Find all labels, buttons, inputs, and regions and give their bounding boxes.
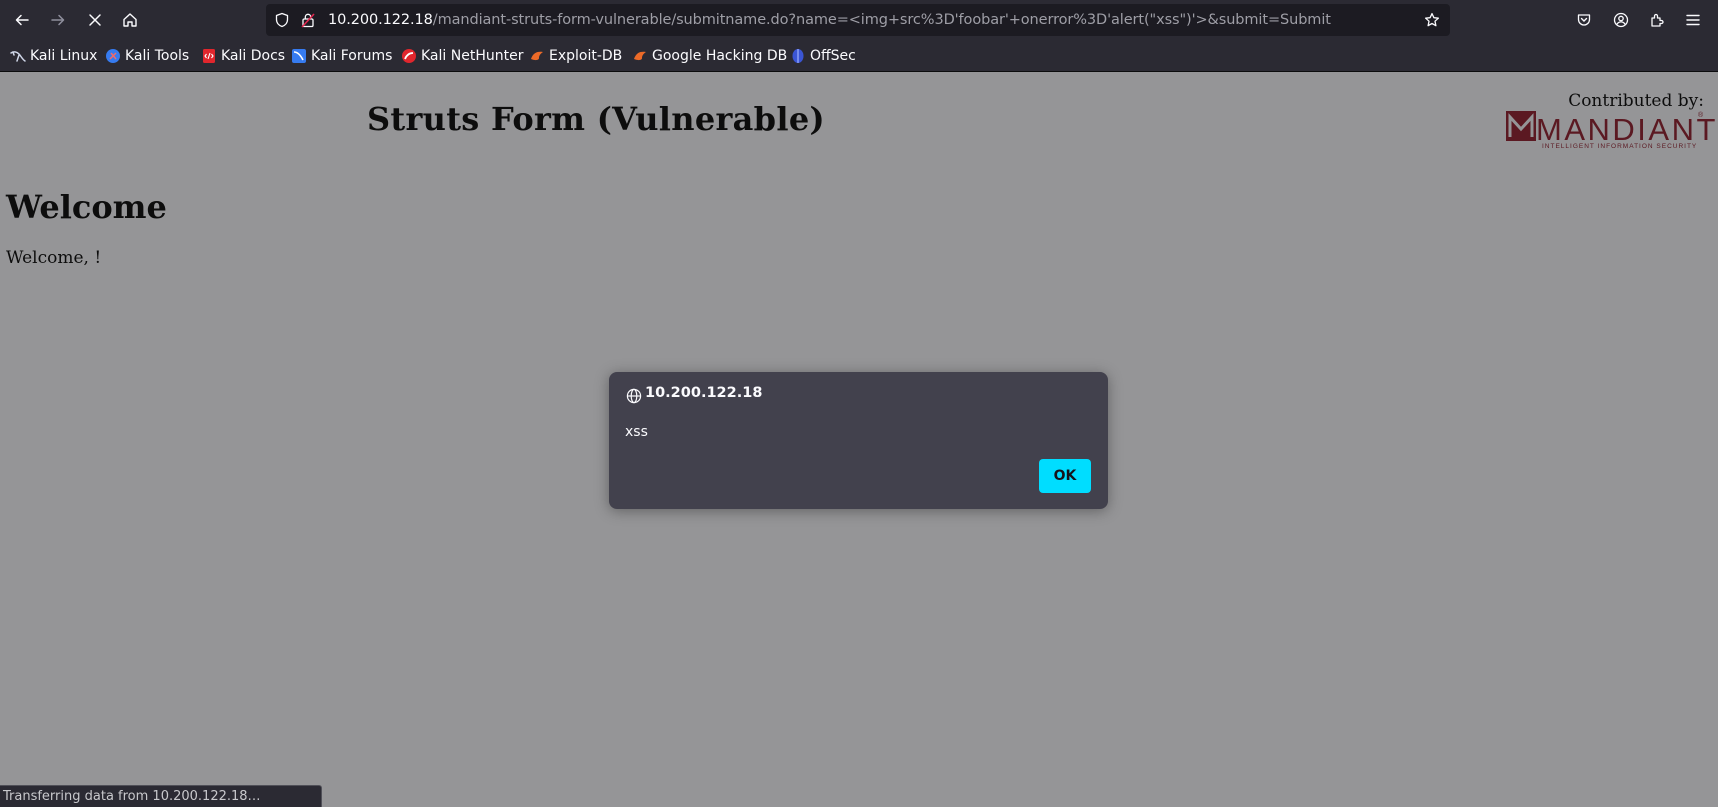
bookmarks-toolbar: Kali Linux Kali Tools Kali Docs Kali For… bbox=[0, 40, 1718, 72]
stop-button[interactable] bbox=[81, 6, 109, 34]
globe-icon bbox=[626, 388, 642, 404]
account-button[interactable] bbox=[1607, 6, 1635, 34]
pocket-icon bbox=[1577, 14, 1591, 26]
stop-loading-icon bbox=[89, 14, 101, 26]
menu-button[interactable] bbox=[1679, 6, 1707, 34]
mandiant-mark-icon bbox=[1506, 111, 1536, 141]
bookmark-label: Kali Linux bbox=[30, 48, 98, 64]
registered-mark: ® bbox=[1698, 112, 1704, 119]
bookmark-exploit-db[interactable]: Exploit-DB bbox=[529, 40, 622, 72]
status-panel: Transferring data from 10.200.122.18… bbox=[0, 785, 322, 807]
welcome-message: Welcome, ! bbox=[6, 248, 102, 268]
forward-button[interactable] bbox=[44, 6, 72, 34]
bookmark-google-hacking-db[interactable]: Google Hacking DB bbox=[632, 40, 787, 72]
back-button[interactable] bbox=[8, 6, 36, 34]
kali-tools-icon bbox=[106, 49, 120, 63]
bookmark-label: Google Hacking DB bbox=[652, 48, 788, 64]
forward-arrow-icon bbox=[51, 14, 65, 26]
ghdb-icon bbox=[634, 51, 646, 61]
alert-dialog: 10.200.122.18 xss OK bbox=[609, 372, 1108, 509]
kali-docs-icon bbox=[203, 49, 215, 63]
bookmark-label: Kali Docs bbox=[221, 48, 286, 64]
bookmark-star-icon[interactable] bbox=[1424, 12, 1440, 28]
home-button[interactable] bbox=[116, 6, 144, 34]
bookmark-kali-forums[interactable]: Kali Forums bbox=[291, 40, 392, 72]
tracking-protection-shield-icon[interactable] bbox=[274, 12, 290, 28]
ok-button[interactable]: OK bbox=[1039, 459, 1091, 493]
bookmark-label: Kali NetHunter bbox=[421, 48, 524, 64]
bookmark-label: Kali Tools bbox=[125, 48, 190, 64]
bookmark-kali-docs[interactable]: Kali Docs bbox=[201, 40, 285, 72]
browser-toolbar: 10.200.122.18/mandiant-struts-form-vulne… bbox=[0, 0, 1718, 40]
contributed-by-label: Contributed by: bbox=[1568, 91, 1704, 111]
insecure-lock-icon[interactable] bbox=[300, 12, 316, 28]
dialog-message: xss bbox=[625, 424, 648, 440]
pocket-button[interactable] bbox=[1570, 6, 1598, 34]
url-text[interactable]: 10.200.122.18/mandiant-struts-form-vulne… bbox=[328, 4, 1331, 36]
mandiant-logo: MANDIANT ® INTELLIGENT INFORMATION SECUR… bbox=[1506, 110, 1715, 154]
bookmark-label: OffSec bbox=[810, 48, 856, 64]
url-host: 10.200.122.18 bbox=[328, 12, 433, 28]
bookmark-kali-linux[interactable]: Kali Linux bbox=[10, 40, 97, 72]
bookmark-offsec[interactable]: OffSec bbox=[790, 40, 856, 72]
back-arrow-icon bbox=[15, 14, 29, 26]
logo-tagline: INTELLIGENT INFORMATION SECURITY bbox=[1542, 143, 1698, 150]
offsec-icon bbox=[792, 49, 804, 63]
exploit-db-icon bbox=[531, 51, 543, 61]
url-path: /mandiant-struts-form-vulnerable/submitn… bbox=[432, 12, 1331, 28]
bookmark-label: Kali Forums bbox=[311, 48, 393, 64]
bookmark-label: Exploit-DB bbox=[549, 48, 623, 64]
hamburger-menu-icon bbox=[1686, 14, 1700, 26]
nethunter-icon bbox=[402, 49, 416, 63]
bookmark-kali-nethunter[interactable]: Kali NetHunter bbox=[401, 40, 523, 72]
kali-dragon-icon bbox=[10, 51, 26, 62]
home-icon bbox=[123, 13, 137, 27]
dialog-origin: 10.200.122.18 bbox=[645, 385, 763, 401]
kali-forums-icon bbox=[292, 49, 306, 63]
account-icon bbox=[1613, 12, 1629, 28]
welcome-heading: Welcome bbox=[6, 188, 167, 226]
extensions-icon bbox=[1651, 13, 1664, 27]
bookmark-kali-tools[interactable]: Kali Tools bbox=[105, 40, 189, 72]
extensions-button[interactable] bbox=[1643, 6, 1671, 34]
url-bar[interactable]: 10.200.122.18/mandiant-struts-form-vulne… bbox=[266, 4, 1450, 36]
page-title: Struts Form (Vulnerable) bbox=[367, 100, 825, 138]
